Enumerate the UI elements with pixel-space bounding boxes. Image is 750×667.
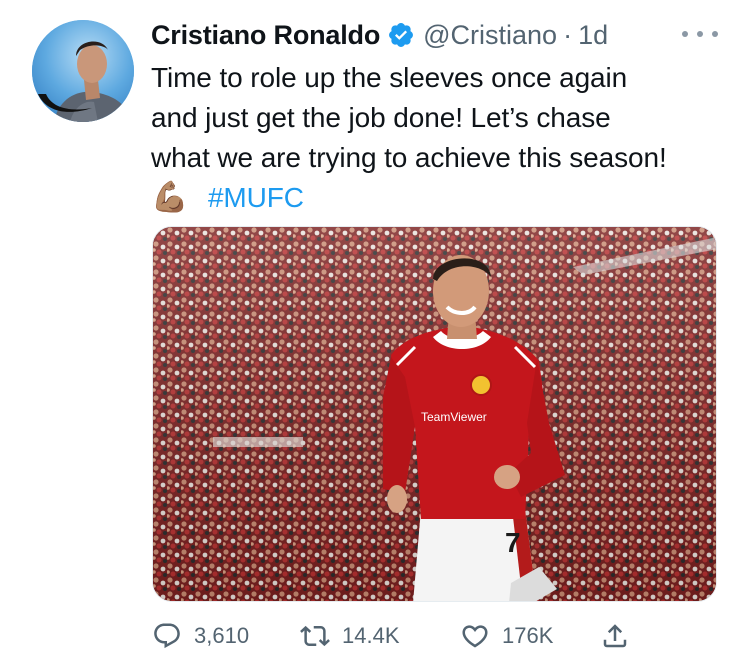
author-name[interactable]: Cristiano Ronaldo	[151, 20, 380, 51]
tweet-text: Time to role up the sleeves once again a…	[151, 58, 731, 218]
verified-badge-icon	[387, 21, 415, 49]
retweet-button[interactable]: 14.4K	[300, 621, 460, 651]
tweet-card[interactable]: Cristiano Ronaldo @Cristiano · 1d Time t…	[0, 0, 750, 667]
timestamp[interactable]: 1d	[578, 20, 608, 51]
share-button[interactable]	[600, 621, 630, 651]
flexed-biceps-emoji: 💪🏽	[151, 181, 189, 214]
tweet-actions: 3,610 14.4K 176K	[152, 618, 630, 654]
tweet-photo[interactable]: 7 TeamViewer	[152, 226, 717, 602]
svg-text:7: 7	[505, 527, 521, 558]
avatar-image	[32, 20, 134, 122]
author-handle[interactable]: @Cristiano	[423, 20, 557, 51]
like-button[interactable]: 176K	[460, 621, 600, 651]
avatar[interactable]	[32, 20, 134, 122]
heart-icon	[460, 621, 490, 651]
svg-text:TeamViewer: TeamViewer	[421, 410, 487, 424]
player-photo: 7 TeamViewer	[153, 227, 716, 601]
more-options-icon[interactable]	[682, 24, 718, 44]
hashtag-link[interactable]: #MUFC	[208, 182, 304, 213]
reply-count: 3,610	[194, 623, 250, 648]
tweet-text-line: and just get the job done! Let’s chase	[151, 102, 611, 133]
retweet-icon	[300, 621, 330, 651]
retweet-count: 14.4K	[342, 623, 400, 648]
tweet-header: Cristiano Ronaldo @Cristiano · 1d	[151, 14, 608, 56]
like-count: 176K	[502, 623, 554, 648]
tweet-text-line: what we are trying to achieve this seaso…	[151, 142, 667, 173]
reply-button[interactable]: 3,610	[152, 621, 300, 651]
separator-dot: ·	[563, 19, 573, 50]
share-icon	[600, 621, 630, 651]
tweet-text-line: Time to role up the sleeves once again	[151, 62, 628, 93]
reply-icon	[152, 621, 182, 651]
